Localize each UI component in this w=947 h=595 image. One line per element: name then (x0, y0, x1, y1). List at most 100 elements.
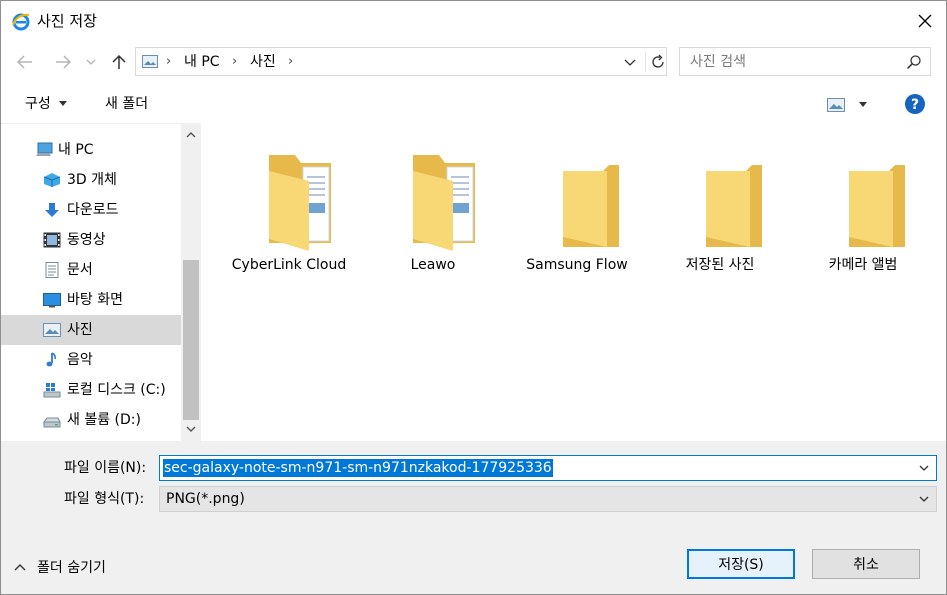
folder-item[interactable]: 카메라 앨범 (793, 143, 933, 283)
close-icon (918, 14, 932, 28)
scrollbar-thumb[interactable] (183, 260, 199, 420)
folder-icon (706, 165, 762, 247)
folder-with-files-icon (269, 155, 331, 251)
back-button[interactable] (13, 50, 37, 74)
new-folder-button[interactable]: 새 폴더 (105, 95, 148, 113)
search-placeholder: 사진 검색 (690, 54, 746, 70)
save-options-panel: 파일 이름(N): sec-galaxy-note-sm-n971-sm-n97… (1, 441, 946, 594)
nav-item-documents[interactable]: 문서 (1, 255, 181, 285)
filetype-label: 파일 형식(T): (64, 491, 145, 507)
chevron-down-icon (86, 59, 96, 65)
nav-item-downloads[interactable]: 다운로드 (1, 195, 181, 225)
caret-down-icon (59, 101, 68, 106)
download-icon (45, 203, 59, 217)
folder-with-files-icon (413, 155, 475, 251)
address-bar[interactable]: › 내 PC › 사진 › (135, 47, 667, 76)
folder-item[interactable]: CyberLink Cloud (219, 143, 359, 283)
nav-item-videos[interactable]: 동영상 (1, 225, 181, 255)
nav-item-label: 음악 (67, 352, 93, 368)
folder-item[interactable]: Leawo (363, 143, 503, 283)
video-icon (43, 232, 61, 248)
arrow-left-icon (17, 55, 32, 69)
nav-item-label: 로컬 디스크 (C:) (67, 382, 166, 398)
command-bar: 구성 새 폴더 ? (1, 85, 946, 123)
navigation-pane: 내 PC 3D 개체 다운로드 동영상 문서 바탕 화면 사진 음악 로컬 디스… (1, 123, 201, 442)
window-title: 사진 저장 (37, 12, 97, 30)
nav-item-local-disk-c[interactable]: 로컬 디스크 (C:) (1, 375, 181, 405)
organize-button[interactable]: 구성 (25, 95, 68, 113)
folder-item[interactable]: 저장된 사진 (650, 143, 790, 283)
nav-item-label: 다운로드 (67, 202, 119, 218)
nav-item-label: 동영상 (67, 232, 106, 248)
caret-down-icon (859, 102, 867, 107)
search-icon (906, 55, 921, 70)
breadcrumb-separator: › (232, 54, 238, 69)
nav-item-pictures[interactable]: 사진 (1, 315, 181, 345)
nav-item-3d-objects[interactable]: 3D 개체 (1, 165, 181, 195)
breadcrumb-pictures[interactable]: 사진 (250, 53, 276, 71)
search-box[interactable]: 사진 검색 (679, 47, 931, 76)
document-icon (45, 262, 59, 278)
folder-icon (563, 165, 619, 247)
breadcrumb-separator: › (166, 54, 172, 69)
folder-icon (849, 165, 905, 247)
nav-item-label: 3D 개체 (67, 172, 117, 188)
nav-item-desktop[interactable]: 바탕 화면 (1, 285, 181, 315)
chevron-down-icon[interactable] (918, 462, 930, 474)
nav-item-label: 사진 (67, 322, 93, 338)
computer-icon (36, 142, 53, 156)
nav-item-label: 내 PC (58, 142, 94, 158)
nav-item-new-volume-d[interactable]: 새 볼륨 (D:) (1, 405, 181, 435)
windows-drive-icon (43, 383, 61, 398)
internet-explorer-icon (12, 13, 30, 31)
filename-input[interactable]: sec-galaxy-note-sm-n971-sm-n971nzkakod-1… (159, 455, 937, 481)
close-button[interactable] (902, 1, 946, 41)
refresh-icon (652, 54, 664, 68)
scroll-down-icon[interactable] (184, 422, 198, 436)
refresh-button[interactable] (645, 52, 665, 72)
filetype-select[interactable]: PNG(*.png) (159, 486, 937, 512)
folder-name: 카메라 앨범 (828, 257, 898, 273)
change-view-button[interactable] (827, 97, 867, 115)
recent-locations-button[interactable] (83, 50, 99, 74)
arrow-right-icon (56, 55, 71, 69)
folder-name: CyberLink Cloud (231, 257, 347, 273)
view-icon (827, 98, 845, 112)
organize-label: 구성 (25, 96, 51, 112)
breadcrumb-separator: › (288, 54, 294, 69)
save-dialog: 사진 저장 › 내 PC › 사진 › 사진 검색 구성 새 폴더 ? 내 PC… (0, 0, 947, 595)
desktop-icon (43, 293, 61, 308)
folder-item[interactable]: Samsung Flow (507, 143, 647, 283)
pictures-icon (142, 55, 158, 68)
nav-item-label: 문서 (67, 262, 93, 278)
nav-item-label: 바탕 화면 (67, 292, 123, 308)
nav-item-music[interactable]: 음악 (1, 345, 181, 375)
music-icon (46, 352, 56, 367)
save-button[interactable]: 저장(S) (687, 549, 795, 579)
cancel-button[interactable]: 취소 (812, 549, 920, 579)
nav-scrollbar[interactable] (181, 124, 201, 442)
arrow-up-icon (112, 54, 126, 69)
chevron-down-icon (919, 496, 929, 502)
pictures-icon (43, 323, 61, 337)
navigation-bar: › 내 PC › 사진 › 사진 검색 (1, 43, 946, 81)
forward-button[interactable] (51, 50, 75, 74)
chevron-up-icon (14, 564, 26, 571)
breadcrumb-this-pc[interactable]: 내 PC (184, 53, 220, 71)
hide-folders-label: 폴더 숨기기 (37, 560, 106, 576)
drive-icon (43, 417, 61, 428)
up-button[interactable] (107, 50, 131, 74)
scroll-up-icon[interactable] (184, 128, 198, 142)
filename-label: 파일 이름(N): (64, 460, 147, 476)
nav-item-label: 새 볼륨 (D:) (67, 412, 141, 428)
filetype-value: PNG(*.png) (166, 491, 245, 507)
help-button[interactable]: ? (904, 93, 926, 115)
filename-value: sec-galaxy-note-sm-n971-sm-n971nzkakod-1… (163, 459, 553, 477)
help-icon: ? (905, 94, 925, 114)
3d-objects-icon (43, 173, 61, 187)
address-dropdown-icon[interactable] (622, 54, 638, 70)
nav-item-this-pc[interactable]: 내 PC (1, 135, 181, 165)
folder-name: Leawo (410, 257, 456, 273)
file-list: CyberLink Cloud Leawo Samsung Flow 저장된 사… (201, 123, 946, 441)
title-bar: 사진 저장 (1, 1, 946, 41)
